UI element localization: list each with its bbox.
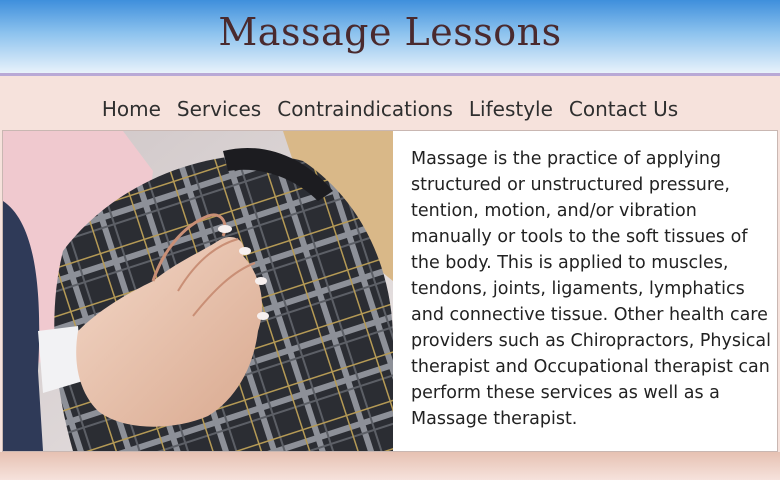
massage-photo [3,131,393,451]
nav-item-services[interactable]: Services [177,97,261,127]
nav-item-contact-us[interactable]: Contact Us [569,97,678,127]
description-text: Massage is the practice of applying stru… [411,149,772,429]
main-nav: Home Services Contraindications Lifestyl… [0,97,780,127]
nav-item-home[interactable]: Home [102,97,161,127]
massage-photo-illustration [3,131,393,451]
content-panel: Massage is the practice of applying stru… [2,130,778,452]
nav-item-contraindications[interactable]: Contraindications [277,97,453,127]
footer-bar [0,452,780,480]
header-banner: Massage Lessons [0,0,780,76]
site-title: Massage Lessons [218,10,562,54]
nav-item-lifestyle[interactable]: Lifestyle [469,97,553,127]
